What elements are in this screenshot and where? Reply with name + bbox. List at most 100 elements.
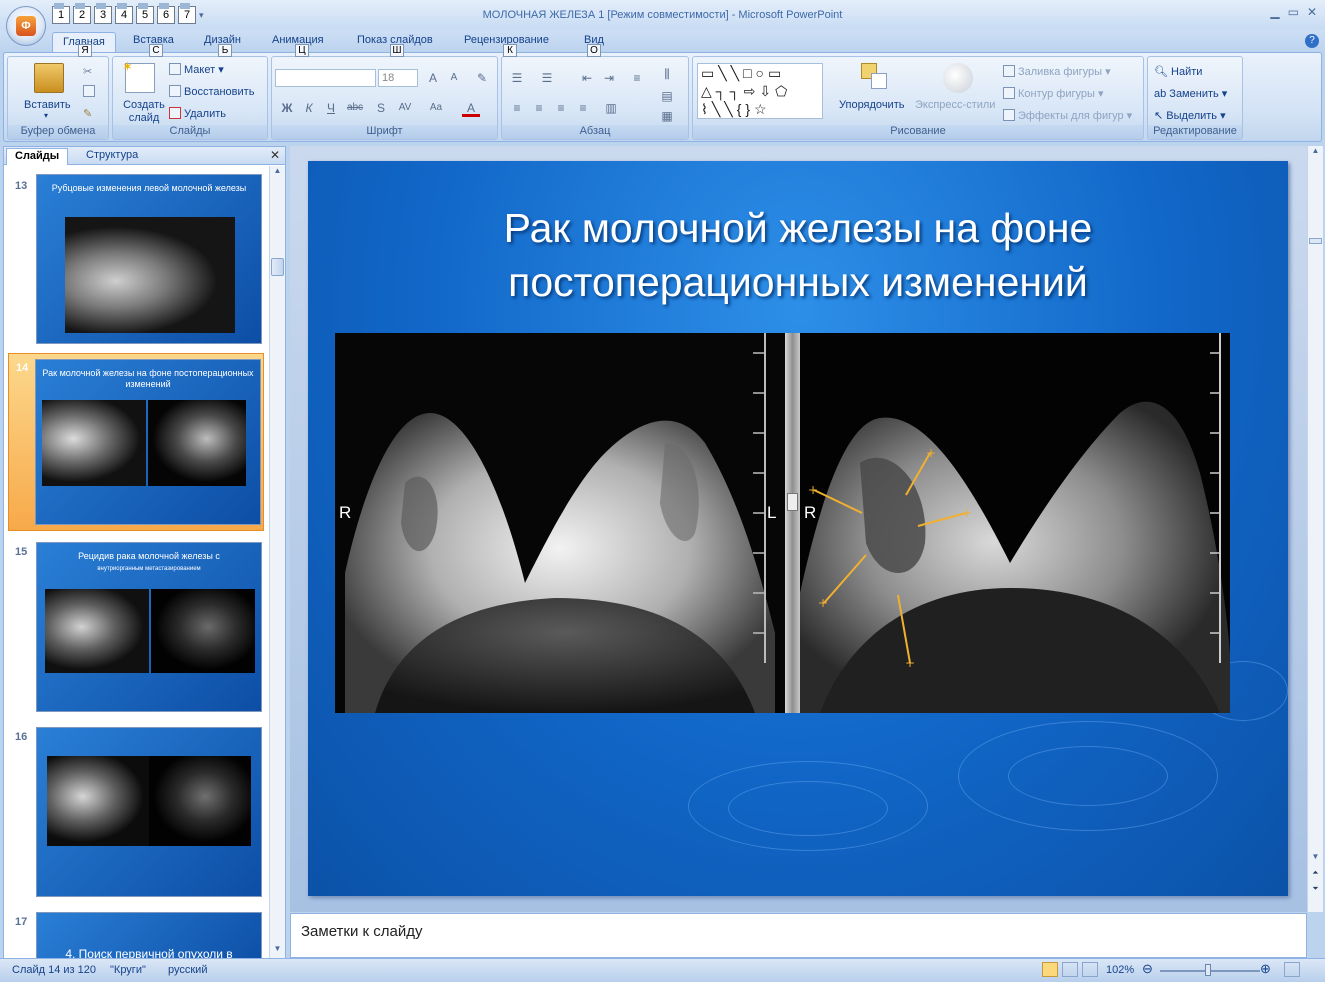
replace-button[interactable]: ab Заменить ▾ <box>1154 87 1227 100</box>
scroll-down-icon[interactable]: ▼ <box>270 944 285 958</box>
font-label: Шрифт <box>272 125 497 139</box>
scroll-down-icon[interactable]: ▼ <box>1308 852 1323 861</box>
slide-title[interactable]: Рак молочной железы на фоне постоперацио… <box>408 201 1188 309</box>
zoom-in-icon[interactable]: ⊕ <box>1260 962 1271 975</box>
align-text-icon[interactable]: ▤ <box>658 87 676 105</box>
bold-icon[interactable]: Ж <box>278 99 296 117</box>
quick-styles-icon[interactable] <box>943 63 973 93</box>
reset-icon <box>169 85 181 97</box>
scroll-up-icon[interactable]: ▲ <box>270 166 285 180</box>
next-slide-icon[interactable]: ⏷ <box>1308 884 1323 894</box>
slide-scrollbar[interactable]: ▲ ▼ ⏶ ⏷ <box>1307 146 1323 912</box>
mri-left-drawing <box>345 333 775 713</box>
increase-indent-icon[interactable]: ⇥ <box>600 69 618 87</box>
scroll-thumb[interactable] <box>1309 238 1322 244</box>
format-painter-icon[interactable]: ✎ <box>83 107 92 120</box>
mri-image-right[interactable]: + + + + + R <box>800 333 1230 713</box>
previous-slide-icon[interactable]: ⏶ <box>1308 868 1323 878</box>
strikethrough-icon[interactable]: abc <box>346 99 364 117</box>
thumbnail-mri-image <box>65 217 235 333</box>
numbering-icon[interactable]: ☰ <box>538 69 556 87</box>
line-spacing-icon[interactable]: ≡ <box>628 69 646 87</box>
font-name-box[interactable] <box>275 69 376 87</box>
justify-icon[interactable]: ≡ <box>574 99 592 117</box>
copy-icon[interactable] <box>83 85 95 98</box>
font-size-box[interactable]: 18 <box>378 69 418 87</box>
zoom-slider-thumb[interactable] <box>1205 964 1211 976</box>
tab-outline[interactable]: Структура <box>78 148 146 165</box>
sorter-view-icon[interactable] <box>1062 962 1078 977</box>
thumbnail-slide-16[interactable]: 16 <box>8 721 264 901</box>
ribbon: Вставить ▾ ✂ ✎ Буфер обмена ✶ Создать сл… <box>3 52 1322 142</box>
find-button[interactable]: 🔍︎ Найти <box>1154 65 1202 78</box>
thumbnail-mri-right <box>149 756 251 846</box>
font-color-icon[interactable]: A <box>462 99 480 117</box>
paste-button[interactable]: Вставить <box>24 99 71 111</box>
normal-view-icon[interactable] <box>1042 962 1058 977</box>
arrange-button[interactable]: Упорядочить <box>839 99 904 111</box>
spacing-icon[interactable]: AV <box>396 99 414 117</box>
align-center-icon[interactable]: ≡ <box>530 99 548 117</box>
zoom-out-icon[interactable]: ⊖ <box>1142 962 1153 975</box>
new-slide-button[interactable]: Создать слайд <box>121 99 167 125</box>
fit-to-window-icon[interactable] <box>1284 962 1300 977</box>
close-panel-icon[interactable]: ✕ <box>270 148 280 162</box>
shape-effects-button[interactable]: Эффекты для фигур ▾ <box>1003 109 1132 122</box>
align-right-icon[interactable]: ≡ <box>552 99 570 117</box>
delete-slide-button[interactable]: Удалить <box>169 107 226 120</box>
smartart-icon[interactable]: ▦ <box>658 107 676 125</box>
notes-pane[interactable]: Заметки к слайду <box>290 913 1307 958</box>
maximize-icon[interactable]: ▭ <box>1288 5 1299 19</box>
shrink-font-icon[interactable]: A <box>445 69 463 87</box>
reset-button[interactable]: Восстановить <box>169 85 254 98</box>
status-language[interactable]: русский <box>168 964 207 976</box>
help-icon[interactable]: ? <box>1305 34 1319 48</box>
mri-image-left[interactable]: R L <box>335 333 785 713</box>
panel-scrollbar[interactable]: ▲ ▼ <box>269 166 285 958</box>
status-slide-count: Слайд 14 из 120 <box>12 964 96 976</box>
cut-icon[interactable]: ✂ <box>83 65 92 78</box>
paste-dropdown-icon[interactable]: ▾ <box>44 111 48 120</box>
group-drawing: ▭╲╲□○▭ △┐┐⇨⇩⬠ ⌇╲╲{}☆ Упорядочить Экспресс-… <box>692 56 1144 140</box>
office-button[interactable]: Ф <box>6 6 46 46</box>
select-icon: ↖ <box>1154 110 1167 122</box>
thumbnail-title: Рак молочной железы на фоне постоперацио… <box>42 368 254 389</box>
shapes-gallery[interactable]: ▭╲╲□○▭ △┐┐⇨⇩⬠ ⌇╲╲{}☆ <box>697 63 823 119</box>
ripple-decoration <box>728 781 888 836</box>
shape-outline-button[interactable]: Контур фигуры ▾ <box>1003 87 1104 100</box>
close-icon[interactable]: ✕ <box>1307 5 1317 19</box>
shadow-icon[interactable]: S <box>372 99 390 117</box>
svg-text:+: + <box>926 446 936 460</box>
thumbnail-slide-15[interactable]: 15 Рецидив рака молочной железы с внутрио… <box>8 536 264 716</box>
text-direction-icon[interactable]: ⫼ <box>658 65 676 83</box>
new-slide-icon[interactable]: ✶ <box>122 59 155 93</box>
paragraph-label: Абзац <box>502 125 688 139</box>
bullets-icon[interactable]: ☰ <box>508 69 526 87</box>
minimize-icon[interactable]: ▁ <box>1270 5 1279 19</box>
quick-styles-button[interactable]: Экспресс-стили <box>915 99 995 111</box>
clear-formatting-icon[interactable]: ✎ <box>473 69 491 87</box>
decrease-indent-icon[interactable]: ⇤ <box>578 69 596 87</box>
zoom-level[interactable]: 102% <box>1106 964 1134 976</box>
scroll-thumb[interactable] <box>271 258 284 276</box>
italic-icon[interactable]: К <box>300 99 318 117</box>
slideshow-view-icon[interactable] <box>1082 962 1098 977</box>
shape-fill-button[interactable]: Заливка фигуры ▾ <box>1003 65 1111 78</box>
align-left-icon[interactable]: ≡ <box>508 99 526 117</box>
tab-slides[interactable]: Слайды <box>6 148 69 165</box>
thumbnail-slide-13[interactable]: 13 Рубцовые изменения левой молочной жел… <box>8 166 264 346</box>
scroll-up-icon[interactable]: ▲ <box>1308 146 1323 160</box>
thumbnail-mri-right <box>151 589 255 673</box>
change-case-icon[interactable]: Aa <box>427 99 445 117</box>
paste-icon[interactable] <box>34 63 64 93</box>
layout-button[interactable]: Макет ▾ <box>169 63 224 76</box>
thumbnail-slide-17[interactable]: 17 4. Поиск первичной опухоли в <box>8 906 264 958</box>
arrange-icon[interactable] <box>861 63 891 93</box>
underline-icon[interactable]: Ч <box>322 99 340 117</box>
grow-font-icon[interactable]: A <box>424 69 442 87</box>
slide-canvas[interactable]: Рак молочной железы на фоне постоперацио… <box>308 161 1288 896</box>
columns-icon[interactable]: ▥ <box>602 99 620 117</box>
thumbnail-slide-14[interactable]: 14 Рак молочной железы на фоне постопера… <box>8 353 264 531</box>
select-button[interactable]: ↖ Выделить ▾ <box>1154 109 1226 122</box>
thumbnail-list: 13 Рубцовые изменения левой молочной жел… <box>4 166 269 958</box>
